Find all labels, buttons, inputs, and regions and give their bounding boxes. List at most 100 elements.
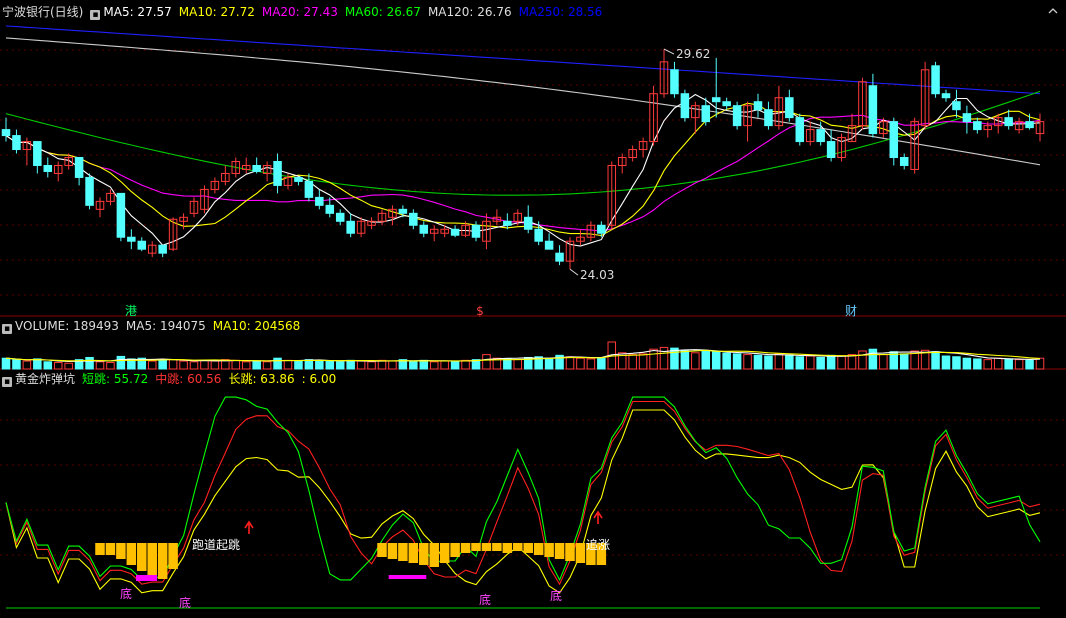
volume-bar[interactable]	[388, 360, 397, 370]
volume-bar[interactable]	[732, 353, 742, 370]
volume-bar[interactable]	[22, 360, 32, 370]
volume-bar[interactable]	[85, 356, 94, 370]
volume-bar[interactable]	[973, 358, 982, 370]
candlestick[interactable]	[85, 176, 94, 206]
volume-bar[interactable]	[868, 348, 878, 370]
volume-bar[interactable]	[440, 360, 449, 370]
volume-bar[interactable]	[753, 354, 763, 370]
volume-bar[interactable]	[858, 350, 867, 370]
candlestick[interactable]	[555, 252, 564, 262]
volume-bar[interactable]	[805, 355, 815, 370]
volume-bar[interactable]	[116, 355, 126, 370]
candlestick[interactable]	[74, 157, 84, 178]
collapse-square-icon[interactable]: ▪	[90, 10, 101, 20]
candlestick[interactable]	[722, 101, 731, 107]
candlestick[interactable]	[711, 97, 721, 103]
volume-bar[interactable]	[816, 356, 825, 370]
candlestick[interactable]	[816, 129, 825, 143]
candlestick[interactable]	[868, 85, 878, 135]
volume-bar[interactable]	[691, 352, 700, 370]
volume-bar[interactable]	[179, 360, 188, 370]
candlestick[interactable]	[325, 204, 335, 214]
volume-bar[interactable]	[576, 357, 585, 370]
volume-bar[interactable]	[743, 354, 752, 370]
candlestick[interactable]	[33, 141, 42, 166]
candlestick[interactable]	[471, 224, 481, 238]
volume-bar[interactable]	[356, 360, 366, 370]
candlestick[interactable]	[273, 160, 282, 186]
volume-bar[interactable]	[586, 358, 596, 370]
candlestick[interactable]	[670, 69, 679, 95]
volume-bar[interactable]	[659, 346, 669, 370]
volume-bar[interactable]	[1035, 357, 1045, 370]
candlestick[interactable]	[1025, 121, 1034, 129]
volume-bar[interactable]	[983, 359, 993, 370]
candlestick[interactable]	[753, 101, 763, 111]
volume-bar[interactable]	[701, 350, 711, 370]
candlestick[interactable]	[523, 216, 533, 230]
candlestick[interactable]	[450, 228, 460, 236]
candlestick[interactable]	[952, 101, 961, 111]
volume-bar[interactable]	[367, 361, 376, 370]
candlestick[interactable]	[252, 164, 261, 172]
volume-bar[interactable]	[325, 360, 335, 370]
volume-bar[interactable]	[628, 354, 637, 370]
volume-bar[interactable]	[1014, 359, 1024, 370]
candlestick[interactable]	[732, 105, 742, 127]
volume-bar[interactable]	[952, 356, 961, 370]
volume-bar[interactable]	[200, 359, 209, 370]
volume-bar[interactable]	[774, 353, 784, 370]
volume-bar[interactable]	[64, 362, 73, 370]
volume-bar[interactable]	[544, 357, 554, 370]
candlestick[interactable]	[127, 236, 136, 242]
volume-bar[interactable]	[158, 359, 167, 370]
volume-bar[interactable]	[283, 359, 293, 370]
candlestick[interactable]	[503, 220, 512, 226]
candlestick[interactable]	[1004, 117, 1013, 127]
volume-bar[interactable]	[12, 359, 21, 370]
candlestick[interactable]	[701, 105, 711, 123]
candlestick[interactable]	[680, 93, 690, 119]
volume-bar[interactable]	[210, 360, 220, 370]
volume-bar[interactable]	[785, 354, 794, 370]
candlestick[interactable]	[409, 212, 418, 226]
candlestick[interactable]	[941, 93, 951, 99]
candlestick[interactable]	[889, 121, 899, 159]
volume-bar[interactable]	[899, 353, 909, 370]
candlestick[interactable]	[931, 65, 940, 95]
candlestick[interactable]	[294, 176, 303, 182]
candlestick[interactable]	[795, 117, 805, 143]
candlestick[interactable]	[116, 192, 126, 238]
volume-bar[interactable]	[33, 358, 42, 370]
volume-bar[interactable]	[409, 360, 418, 370]
volume-bar[interactable]	[43, 361, 53, 370]
volume-bar[interactable]	[1004, 358, 1013, 370]
candlestick[interactable]	[826, 141, 836, 159]
candlestick[interactable]	[973, 121, 982, 131]
candlestick[interactable]	[315, 196, 324, 206]
candlestick[interactable]	[158, 244, 167, 254]
candlestick[interactable]	[346, 220, 355, 234]
volume-bar[interactable]	[764, 355, 773, 370]
volume-bar[interactable]	[1025, 359, 1034, 370]
volume-bar[interactable]	[335, 361, 345, 370]
volume-bar[interactable]	[931, 351, 940, 370]
volume-bar[interactable]	[106, 362, 115, 370]
volume-bar[interactable]	[941, 355, 951, 370]
collapse-square-icon[interactable]: ▪	[2, 377, 12, 387]
candlestick[interactable]	[43, 164, 53, 172]
volume-bar[interactable]	[638, 353, 648, 370]
candlestick[interactable]	[137, 240, 147, 250]
candlestick[interactable]	[419, 224, 429, 234]
candlestick[interactable]	[1, 129, 11, 137]
volume-bar[interactable]	[294, 360, 303, 370]
volume-bar[interactable]	[346, 359, 355, 370]
volume-bar[interactable]	[879, 354, 888, 370]
volume-bar[interactable]	[231, 359, 241, 370]
volume-bar[interactable]	[262, 361, 272, 370]
volume-bar[interactable]	[429, 361, 439, 370]
volume-bar[interactable]	[1, 357, 11, 370]
volume-bar[interactable]	[461, 359, 470, 370]
volume-bar[interactable]	[513, 359, 523, 370]
volume-bar[interactable]	[450, 360, 460, 370]
